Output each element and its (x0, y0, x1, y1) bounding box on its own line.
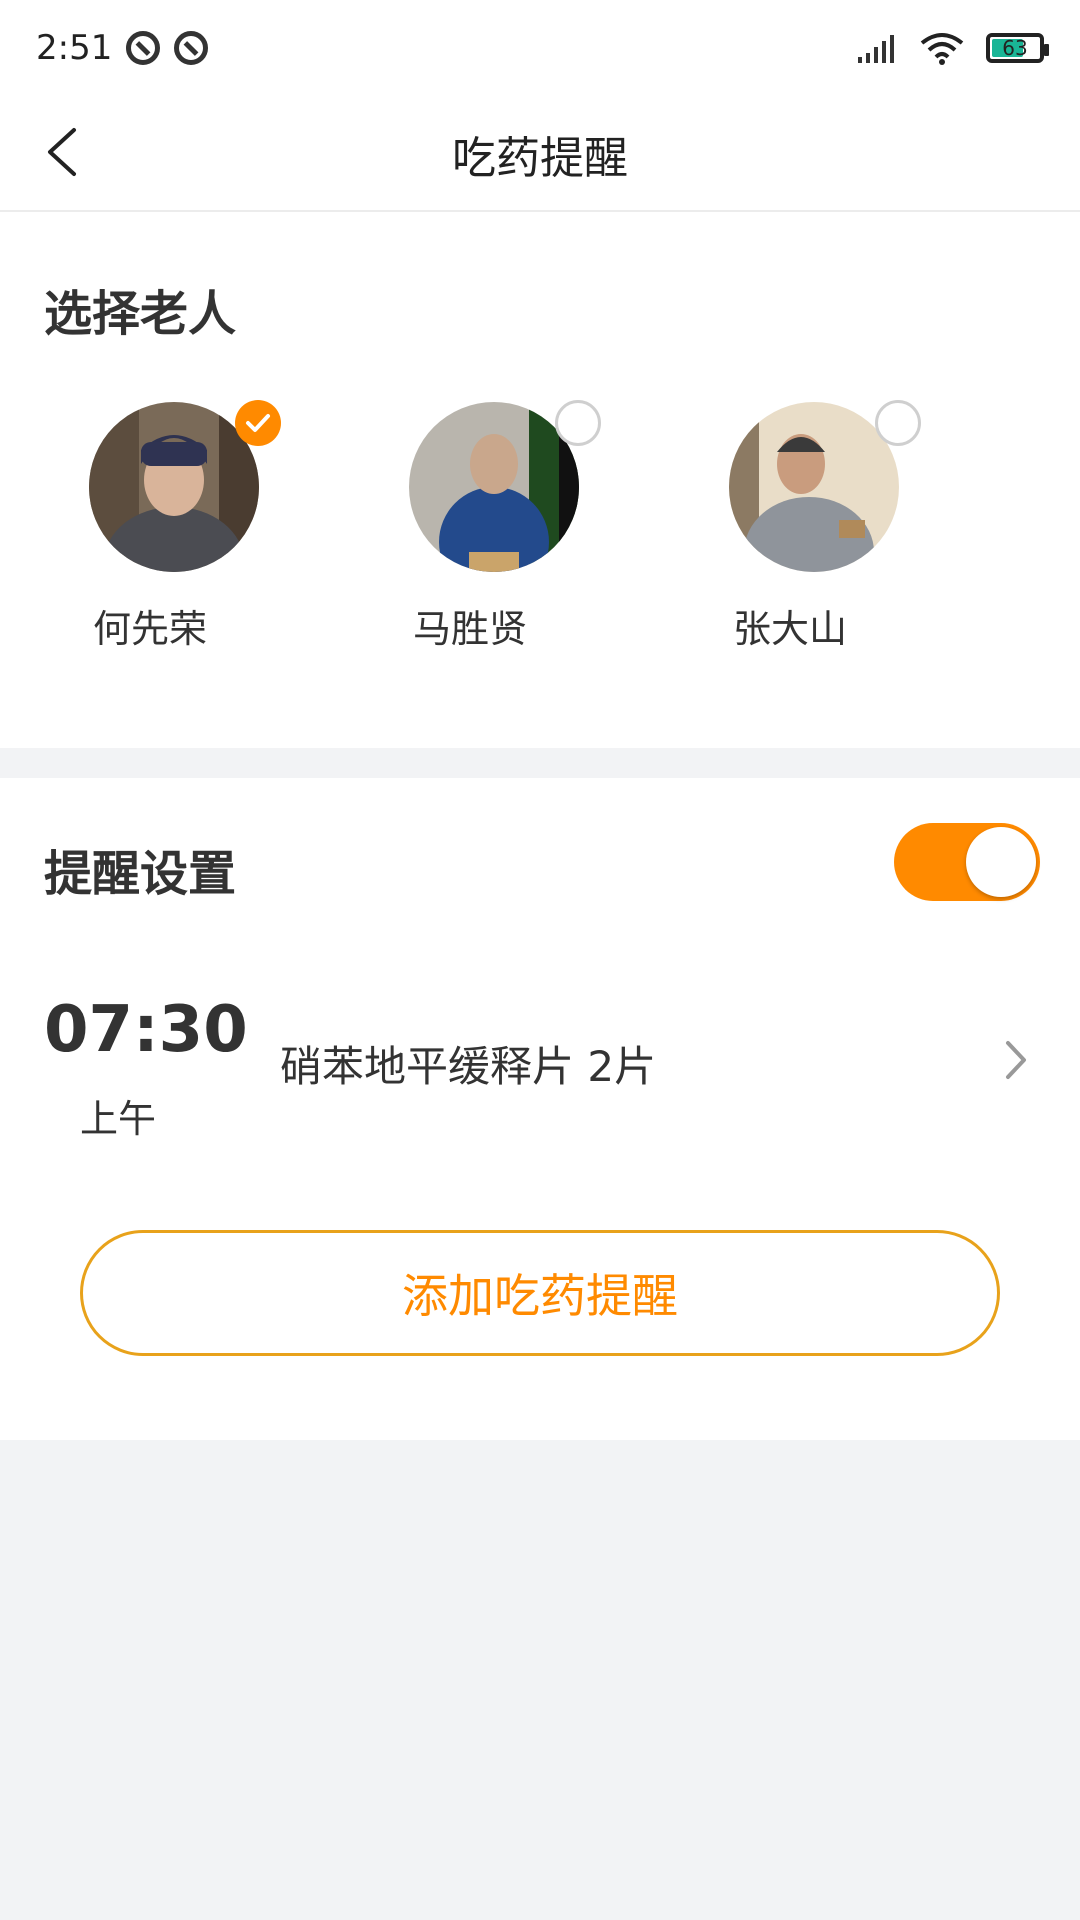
elder-option-1[interactable]: 何先荣 (0, 400, 300, 651)
signal-icon (858, 35, 894, 63)
avatar (89, 402, 259, 572)
reminder-time: 07:30 (44, 993, 248, 1067)
status-right: 63 (858, 31, 1049, 65)
battery-icon: 63 (986, 33, 1049, 63)
section-title-select-elder: 选择老人 (44, 286, 237, 342)
checkmark-icon[interactable] (235, 400, 281, 446)
page-title: 吃药提醒 (452, 133, 628, 184)
elder-option-2[interactable]: 马胜贤 (320, 400, 620, 651)
select-elder-section: 选择老人 何先荣 马胜贤 张大山 (0, 212, 1080, 748)
notification-icon (174, 31, 209, 65)
add-reminder-button[interactable]: 添加吃药提醒 (80, 1230, 1000, 1356)
reminder-period: 上午 (80, 1097, 157, 1141)
reminder-item[interactable]: 07:30 上午 硝苯地平缓释片 2片 (0, 993, 1080, 1143)
avatar (409, 402, 579, 572)
chevron-right-icon (1006, 1041, 1026, 1079)
status-left: 2:51 (36, 28, 209, 68)
navigation-bar: 吃药提醒 (0, 96, 1080, 212)
status-bar: 2:51 63 (0, 0, 1080, 96)
elder-name: 何先荣 (92, 607, 207, 651)
elder-name: 马胜贤 (412, 607, 527, 651)
toggle-knob (966, 827, 1036, 897)
elder-option-3[interactable]: 张大山 (640, 400, 940, 651)
elder-name: 张大山 (732, 607, 847, 651)
radio-unchecked-icon[interactable] (555, 400, 601, 446)
reminder-settings-section: 提醒设置 07:30 上午 硝苯地平缓释片 2片 添加吃药提醒 (0, 778, 1080, 1440)
wifi-icon (920, 33, 964, 65)
status-time: 2:51 (36, 28, 113, 68)
reminder-toggle[interactable] (894, 823, 1040, 901)
battery-level: 63 (1002, 36, 1028, 60)
notification-icon (126, 31, 161, 65)
avatar (729, 402, 899, 572)
medicine-name: 硝苯地平缓释片 2片 (280, 1042, 657, 1091)
section-title-reminder-settings: 提醒设置 (44, 846, 237, 902)
radio-unchecked-icon[interactable] (875, 400, 921, 446)
